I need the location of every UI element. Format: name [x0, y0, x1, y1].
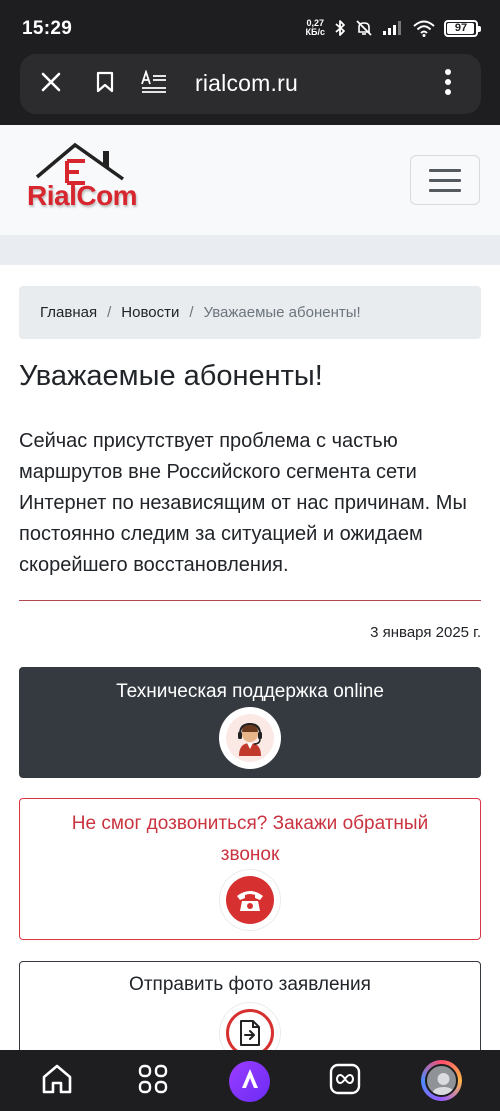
hamburger-menu-icon: [429, 168, 461, 172]
bluetooth-icon: [334, 19, 346, 37]
send-photo-label: Отправить фото заявления: [129, 974, 371, 995]
status-bar: 15:29 0,27 КБ/с 97: [0, 0, 500, 52]
battery-icon: 97: [444, 19, 481, 37]
bookmark-icon: [96, 71, 114, 98]
header-separator-strip: [0, 235, 500, 265]
news-date: 3 января 2025 г.: [370, 624, 481, 641]
breadcrumb-separator: /: [107, 304, 112, 321]
apps-grid-button[interactable]: [134, 1062, 172, 1100]
alice-assistant-button[interactable]: [229, 1061, 270, 1102]
tabs-infinity-icon: [329, 1063, 361, 1100]
wifi-icon: [413, 20, 435, 37]
home-button[interactable]: [38, 1062, 76, 1100]
alice-assistant-icon: [237, 1066, 263, 1097]
divider: [19, 600, 481, 601]
support-operator-icon: [219, 707, 281, 769]
logo-text: RialCom: [27, 180, 138, 211]
bookmark-button[interactable]: [87, 66, 123, 102]
mute-icon: [355, 19, 373, 37]
callback-request-label: Не смог дозвониться? Закажи обратный зво…: [71, 813, 429, 865]
battery-level: 97: [454, 22, 468, 34]
support-online-label: Техническая поддержка online: [116, 681, 384, 702]
breadcrumb: Главная / Новости / Уважаемые абоненты!: [19, 286, 481, 339]
page-title: Уважаемые абоненты!: [19, 360, 323, 392]
close-tab-button[interactable]: [33, 66, 69, 102]
phone-icon: [219, 869, 281, 931]
signal-icon: [382, 20, 404, 36]
home-icon: [40, 1063, 74, 1100]
browser-bottom-nav: [0, 1050, 500, 1111]
reader-mode-icon: [141, 68, 167, 99]
hamburger-menu-button[interactable]: [410, 155, 480, 205]
more-options-button[interactable]: [430, 66, 466, 102]
address-bar[interactable]: rialcom.ru: [20, 54, 481, 114]
close-icon: [40, 71, 62, 98]
rialcom-logo[interactable]: RialCom: [27, 137, 139, 223]
site-header: RialCom: [0, 125, 500, 235]
network-speed: 0,27 КБ/с: [306, 19, 325, 37]
breadcrumb-separator: /: [189, 304, 194, 321]
profile-avatar-icon: [425, 1064, 458, 1097]
profile-avatar-button[interactable]: [421, 1060, 462, 1101]
url-text[interactable]: rialcom.ru: [195, 70, 298, 97]
status-time: 15:29: [22, 18, 73, 39]
breadcrumb-home[interactable]: Главная: [40, 304, 97, 321]
breadcrumb-news[interactable]: Новости: [121, 304, 179, 321]
callback-request-card[interactable]: Не смог дозвониться? Закажи обратный зво…: [19, 798, 481, 940]
more-vert-icon: [444, 68, 452, 101]
breadcrumb-current: Уважаемые абоненты!: [203, 304, 361, 321]
browser-toolbar: rialcom.ru: [0, 52, 500, 125]
status-icons: 0,27 КБ/с 97: [306, 16, 481, 40]
news-body: Сейчас присутствует проблема с частью ма…: [19, 430, 467, 576]
tabs-button[interactable]: [326, 1062, 364, 1100]
network-speed-unit: КБ/с: [305, 27, 325, 37]
apps-grid-icon: [138, 1064, 168, 1099]
support-online-card[interactable]: Техническая поддержка online: [19, 667, 481, 778]
send-photo-card[interactable]: Отправить фото заявления: [19, 961, 481, 1064]
reader-mode-button[interactable]: [136, 66, 172, 102]
